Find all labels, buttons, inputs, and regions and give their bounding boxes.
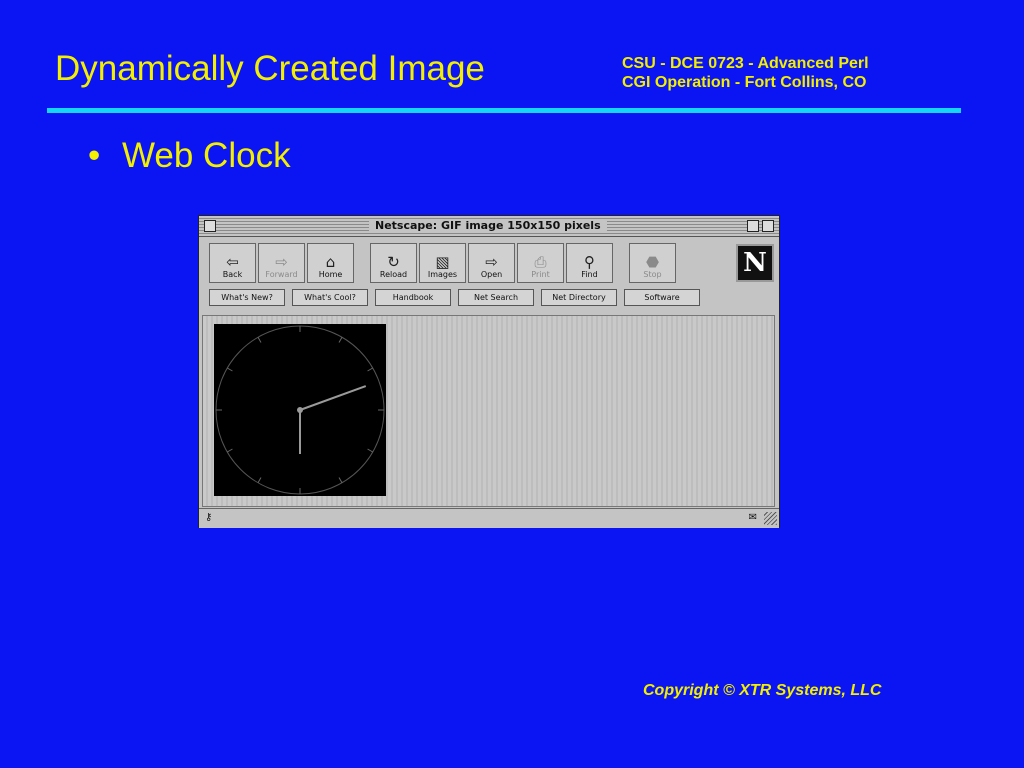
back-button[interactable]: ⇦ Back <box>209 243 256 283</box>
home-button[interactable]: ⌂ Home <box>307 243 354 283</box>
bullet-text: Web Clock <box>122 136 291 175</box>
window-title: Netscape: GIF image 150x150 pixels <box>369 219 607 232</box>
whats-new-button[interactable]: What's New? <box>209 289 285 306</box>
images-button[interactable]: ▧ Images <box>419 243 466 283</box>
course-info: CSU - DCE 0723 - Advanced Perl CGI Opera… <box>622 54 869 92</box>
whats-cool-button[interactable]: What's Cool? <box>292 289 368 306</box>
close-box-icon[interactable] <box>204 220 216 232</box>
stop-button[interactable]: ⬣ Stop <box>629 243 676 283</box>
net-directory-button[interactable]: Net Directory <box>541 289 617 306</box>
software-button[interactable]: Software <box>624 289 700 306</box>
browser-toolbar: ⇦ Back ⇨ Forward ⌂ Home ↻ Reload ▧ Images ⇨ Op… <box>209 243 678 283</box>
status-bar: ⚷ ✉ <box>199 508 779 528</box>
reload-button[interactable]: ↻ Reload <box>370 243 417 283</box>
open-icon: ⇨ <box>485 253 498 271</box>
bullet-item: • Web Clock <box>88 136 291 176</box>
netscape-window: Netscape: GIF image 150x150 pixels ⇦ Back… <box>198 215 780 528</box>
open-button[interactable]: ⇨ Open <box>468 243 515 283</box>
forward-button[interactable]: ⇨ Forward <box>258 243 305 283</box>
forward-arrow-icon: ⇨ <box>275 253 288 271</box>
back-arrow-icon: ⇦ <box>226 253 239 271</box>
print-icon: ⎙ <box>534 253 547 271</box>
course-line-1: CSU - DCE 0723 - Advanced Perl <box>622 55 869 72</box>
course-line-2: CGI Operation - Fort Collins, CO <box>622 74 867 91</box>
copyright-text: Copyright © XTR Systems, LLC <box>643 682 882 699</box>
mail-icon[interactable]: ✉ <box>749 512 757 523</box>
zoom-box-icon[interactable] <box>747 220 759 232</box>
resize-grip-icon[interactable] <box>764 512 777 525</box>
netscape-logo-icon[interactable]: N <box>736 244 774 282</box>
images-icon: ▧ <box>435 253 450 271</box>
security-key-icon[interactable]: ⚷ <box>205 512 212 523</box>
clock-image <box>214 324 386 496</box>
slide-title: Dynamically Created Image <box>55 49 485 88</box>
clock-center <box>297 407 303 413</box>
directory-buttons-bar: What's New? What's Cool? Handbook Net Se… <box>209 289 707 306</box>
window-titlebar[interactable]: Netscape: GIF image 150x150 pixels <box>199 216 779 237</box>
handbook-button[interactable]: Handbook <box>375 289 451 306</box>
find-icon: ⚲ <box>584 253 595 271</box>
reload-icon: ↻ <box>387 253 400 271</box>
home-icon: ⌂ <box>325 253 336 271</box>
print-button[interactable]: ⎙ Print <box>517 243 564 283</box>
bullet-dot: • <box>88 136 101 175</box>
collapse-box-icon[interactable] <box>762 220 774 232</box>
stop-icon: ⬣ <box>645 253 660 271</box>
header-rule <box>47 108 961 113</box>
net-search-button[interactable]: Net Search <box>458 289 534 306</box>
page-content <box>202 315 775 507</box>
find-button[interactable]: ⚲ Find <box>566 243 613 283</box>
